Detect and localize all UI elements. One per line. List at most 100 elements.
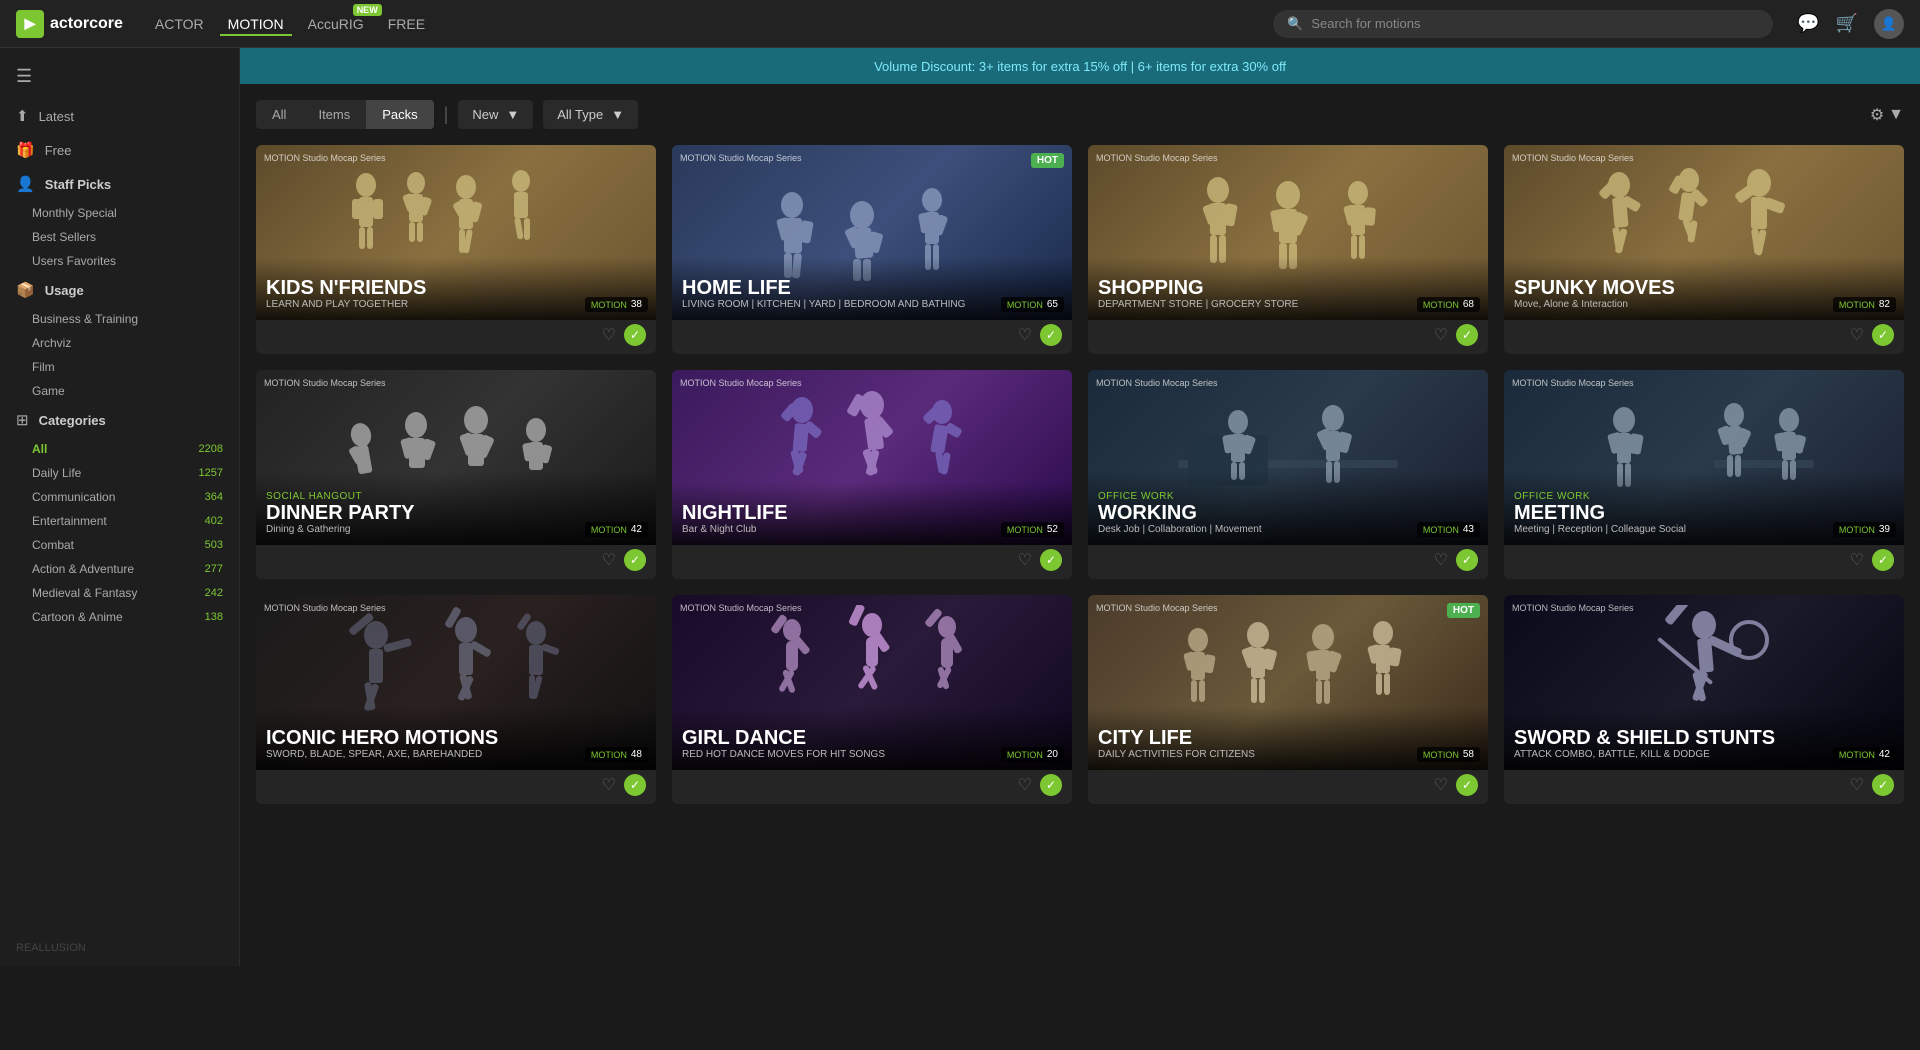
logo[interactable]: ▶ actorcore [16, 10, 123, 38]
filter-tab-items[interactable]: Items [302, 100, 366, 129]
card-like-button[interactable]: ♡ [1434, 550, 1448, 570]
card-motion-badge: MOTION 42 [1833, 747, 1896, 762]
sidebar-sub-archviz[interactable]: Archviz [0, 331, 239, 355]
sidebar-cat-daily-life[interactable]: Daily Life 1257 [0, 461, 239, 485]
card-add-button[interactable]: ✓ [1872, 324, 1894, 346]
motion-card-6[interactable]: MOTION Studio Mocap Series NIGHTLIFE Bar… [672, 370, 1072, 579]
card-like-button[interactable]: ♡ [602, 775, 616, 795]
filter-tab-packs[interactable]: Packs [366, 100, 433, 129]
card-like-button[interactable]: ♡ [1018, 775, 1032, 795]
card-like-button[interactable]: ♡ [1018, 550, 1032, 570]
staff-picks-label: Staff Picks [45, 177, 111, 192]
nav-motion[interactable]: MOTION [220, 12, 292, 36]
card-actions: ♡ ✓ [672, 770, 1072, 804]
hamburger-menu[interactable]: ☰ [0, 60, 239, 99]
card-series: MOTION Studio Mocap Series [680, 378, 802, 388]
cat-action-count: 277 [205, 563, 223, 575]
card-thumbnail: HOT MOTION Studio Mocap Series HOME LIFE… [672, 145, 1072, 320]
sidebar-cat-communication[interactable]: Communication 364 [0, 485, 239, 509]
card-like-button[interactable]: ♡ [1850, 775, 1864, 795]
card-like-button[interactable]: ♡ [602, 550, 616, 570]
search-input[interactable] [1311, 16, 1759, 31]
motion-card-1[interactable]: MOTION Studio Mocap Series KIDS N'FRIEND… [256, 145, 656, 354]
card-thumb-bg: MOTION Studio Mocap Series NIGHTLIFE Bar… [672, 370, 1072, 545]
motion-card-3[interactable]: MOTION Studio Mocap Series SHOPPING DEPA… [1088, 145, 1488, 354]
cat-cartoon-count: 138 [205, 611, 223, 623]
cat-communication-label: Communication [32, 490, 115, 504]
card-add-button[interactable]: ✓ [1872, 774, 1894, 796]
sidebar-sub-business[interactable]: Business & Training [0, 307, 239, 331]
sidebar-sub-game[interactable]: Game [0, 379, 239, 403]
nav-actor[interactable]: ACTOR [147, 12, 212, 36]
sidebar-item-free[interactable]: 🎁 Free [0, 133, 239, 167]
filter-bar: All Items Packs | New ▼ All Type ▼ ⚙ ▼ [256, 100, 1904, 129]
card-thumb-bg: MOTION Studio Mocap Series SOCIAL HANGOU… [256, 370, 656, 545]
card-add-button[interactable]: ✓ [1040, 549, 1062, 571]
sidebar-cat-entertainment[interactable]: Entertainment 402 [0, 509, 239, 533]
sidebar-item-latest[interactable]: ⬆ Latest [0, 99, 239, 133]
cat-medieval-label: Medieval & Fantasy [32, 586, 137, 600]
card-add-button[interactable]: ✓ [1040, 324, 1062, 346]
logo-icon: ▶ [16, 10, 44, 38]
avatar[interactable]: 👤 [1874, 9, 1904, 39]
card-series: MOTION Studio Mocap Series [264, 153, 386, 163]
sidebar-cat-all[interactable]: All 2208 [0, 437, 239, 461]
card-like-button[interactable]: ♡ [1018, 325, 1032, 345]
card-add-button[interactable]: ✓ [624, 774, 646, 796]
motion-card-10[interactable]: MOTION Studio Mocap Series GIRL DANCE RE… [672, 595, 1072, 804]
card-title-overlay: ICONIC HERO MOTIONS [266, 727, 646, 749]
motion-card-4[interactable]: MOTION Studio Mocap Series SPUNKY MOVES … [1504, 145, 1904, 354]
sidebar-sub-film[interactable]: Film [0, 355, 239, 379]
card-thumb-bg: MOTION Studio Mocap Series GIRL DANCE RE… [672, 595, 1072, 770]
card-thumbnail: MOTION Studio Mocap Series ICONIC HERO M… [256, 595, 656, 770]
card-like-button[interactable]: ♡ [1434, 325, 1448, 345]
motion-card-11[interactable]: HOT MOTION Studio Mocap Series CITY LIFE… [1088, 595, 1488, 804]
motion-card-7[interactable]: MOTION Studio Mocap Series OFFICE WORK W… [1088, 370, 1488, 579]
sidebar-cat-medieval[interactable]: Medieval & Fantasy 242 [0, 581, 239, 605]
motion-card-2[interactable]: HOT MOTION Studio Mocap Series HOME LIFE… [672, 145, 1072, 354]
card-title-overlay: SWORD & SHIELD STUNTS [1514, 727, 1894, 749]
card-like-button[interactable]: ♡ [1850, 325, 1864, 345]
card-thumbnail: MOTION Studio Mocap Series SPUNKY MOVES … [1504, 145, 1904, 320]
sidebar-cat-action-adventure[interactable]: Action & Adventure 277 [0, 557, 239, 581]
sidebar-sub-users-favorites[interactable]: Users Favorites [0, 249, 239, 273]
motion-card-12[interactable]: MOTION Studio Mocap Series SWORD & SHIEL… [1504, 595, 1904, 804]
settings-button[interactable]: ⚙ ▼ [1870, 105, 1904, 125]
card-series: MOTION Studio Mocap Series [1512, 378, 1634, 388]
filter-new-dropdown[interactable]: New ▼ [458, 100, 533, 129]
search-bar[interactable]: 🔍 [1273, 10, 1773, 38]
filter-tab-all[interactable]: All [256, 100, 302, 129]
sidebar-sub-best-sellers[interactable]: Best Sellers [0, 225, 239, 249]
sidebar-cat-cartoon[interactable]: Cartoon & Anime 138 [0, 605, 239, 629]
nav-accurig[interactable]: AccuRIG NEW [300, 12, 372, 36]
card-add-button[interactable]: ✓ [624, 549, 646, 571]
card-add-button[interactable]: ✓ [1872, 549, 1894, 571]
card-like-button[interactable]: ♡ [1850, 550, 1864, 570]
card-add-button[interactable]: ✓ [1040, 774, 1062, 796]
card-like-button[interactable]: ♡ [602, 325, 616, 345]
card-motion-badge: MOTION 38 [585, 297, 648, 312]
motion-card-9[interactable]: MOTION Studio Mocap Series ICONIC HERO M… [256, 595, 656, 804]
hot-badge: HOT [1031, 153, 1064, 168]
motion-card-5[interactable]: MOTION Studio Mocap Series SOCIAL HANGOU… [256, 370, 656, 579]
card-motion-badge: MOTION 58 [1417, 747, 1480, 762]
card-like-button[interactable]: ♡ [1434, 775, 1448, 795]
card-add-button[interactable]: ✓ [1456, 774, 1478, 796]
filter-type-dropdown[interactable]: All Type ▼ [543, 100, 638, 129]
nav-free[interactable]: FREE [380, 12, 433, 36]
card-motion-badge: MOTION 65 [1001, 297, 1064, 312]
card-add-button[interactable]: ✓ [624, 324, 646, 346]
card-thumb-bg: MOTION Studio Mocap Series ICONIC HERO M… [256, 595, 656, 770]
card-add-button[interactable]: ✓ [1456, 549, 1478, 571]
search-icon: 🔍 [1287, 16, 1303, 32]
motion-card-8[interactable]: MOTION Studio Mocap Series OFFICE WORK M… [1504, 370, 1904, 579]
card-add-button[interactable]: ✓ [1456, 324, 1478, 346]
cart-icon[interactable]: 🛒 [1836, 13, 1858, 34]
card-motion-badge: MOTION 43 [1417, 522, 1480, 537]
sidebar-cat-combat[interactable]: Combat 503 [0, 533, 239, 557]
message-icon[interactable]: 💬 [1797, 13, 1819, 34]
cat-cartoon-label: Cartoon & Anime [32, 610, 123, 624]
sidebar-sub-monthly-special[interactable]: Monthly Special [0, 201, 239, 225]
card-title-overlay: DINNER PARTY [266, 502, 646, 524]
card-title-overlay: WORKING [1098, 502, 1478, 524]
